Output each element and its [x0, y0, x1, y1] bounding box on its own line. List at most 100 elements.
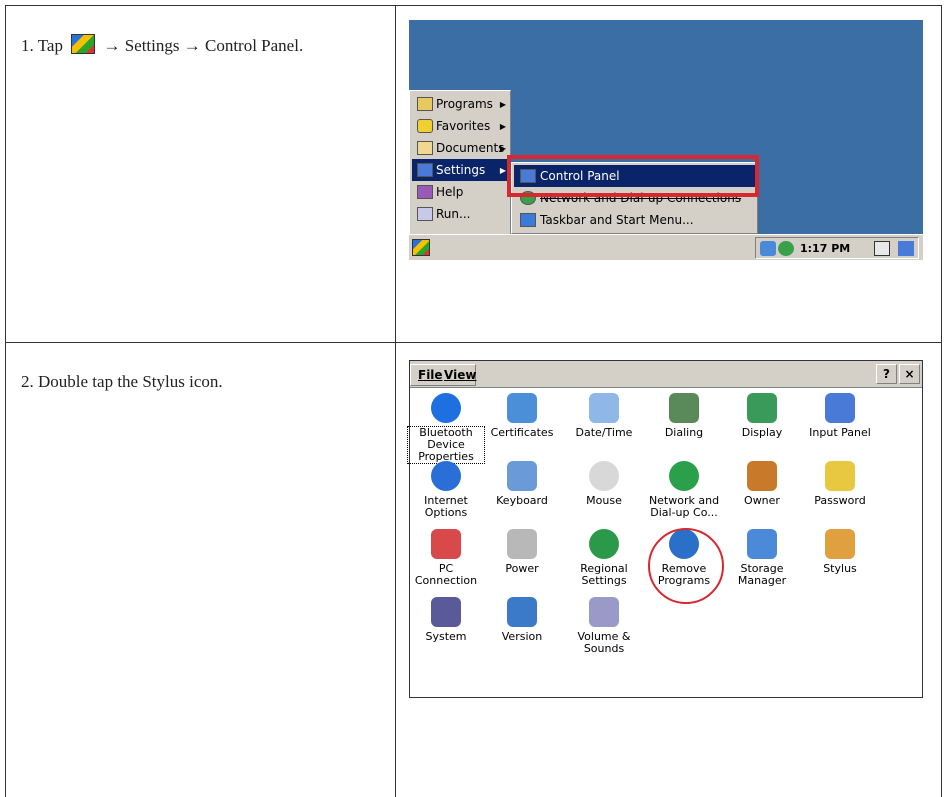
start-menu-item-favorites[interactable]: Favorites ▶ [412, 115, 510, 137]
label-line: Manager [737, 574, 787, 587]
control-panel-item-clock[interactable]: Date/Time [566, 393, 642, 439]
label-line: Password [814, 494, 866, 507]
phone-icon [669, 393, 699, 423]
pen-tray-icon[interactable] [874, 241, 890, 256]
control-panel-item-internet[interactable]: Internet Options [408, 461, 484, 519]
start-menu-item-documents[interactable]: Documents ▶ [412, 137, 510, 159]
version-icon [507, 597, 537, 627]
internet-icon [431, 461, 461, 491]
power-plug-icon [507, 529, 537, 559]
start-menu-item-label: Documents [436, 141, 505, 155]
control-panel-item-label: Volume & Sounds [566, 631, 642, 655]
step-1-suffix: → Settings → Control Panel. [103, 36, 304, 55]
submenu-arrow-icon: ▶ [499, 165, 506, 175]
control-panel-item-volume[interactable]: Volume & Sounds [566, 597, 642, 655]
start-menu-item-label: Favorites [436, 119, 491, 133]
start-flag-icon [71, 34, 96, 54]
connection-tray-icon[interactable] [778, 241, 794, 256]
control-panel-item-password-key[interactable]: Password [802, 461, 878, 507]
owner-icon [747, 461, 777, 491]
clock-icon [589, 393, 619, 423]
volume-icon [589, 597, 619, 627]
menu-file[interactable]: File [418, 368, 443, 382]
label-line: Owner [744, 494, 780, 507]
label-line: Sounds [583, 642, 625, 655]
control-panel-item-label: Input Panel [802, 427, 878, 439]
submenu-item-taskbar[interactable]: Taskbar and Start Menu... [514, 209, 756, 231]
control-panel-item-certificates[interactable]: Certificates [484, 393, 560, 439]
label-line: Display [741, 426, 783, 439]
start-menu-item-label: Settings [436, 163, 486, 177]
start-menu-item-label: Programs [436, 97, 493, 111]
control-panel-item-stylus[interactable]: Stylus [802, 529, 878, 575]
documents-icon [417, 141, 433, 155]
bluetooth-icon [431, 393, 461, 423]
close-button[interactable]: × [899, 364, 920, 384]
control-panel-item-network-globe[interactable]: Network and Dial-up Co... [646, 461, 722, 519]
control-panel-item-mouse[interactable]: Mouse [566, 461, 642, 507]
submenu-item-label: Taskbar and Start Menu... [540, 213, 694, 227]
control-panel-item-label: Regional Settings [566, 563, 642, 587]
network-globe-icon [669, 461, 699, 491]
start-menu-item-settings[interactable]: Settings ▶ [412, 159, 510, 181]
control-panel-item-label: Certificates [484, 427, 560, 439]
run-icon [417, 207, 433, 221]
system-tray: 1:17 PM [755, 237, 919, 259]
control-panel-screenshot: File View ? × Bluetooth Device Properties C… [407, 360, 923, 698]
display-icon [747, 393, 777, 423]
start-menu-item-run[interactable]: Run... [412, 203, 510, 225]
start-menu-item-label: Help [436, 185, 464, 199]
label-line: Dial-up Co... [650, 506, 718, 519]
control-panel-item-label: Owner [724, 495, 800, 507]
mouse-icon [589, 461, 619, 491]
control-panel-item-version[interactable]: Version [484, 597, 560, 643]
control-panel-item-keyboard[interactable]: Keyboard [484, 461, 560, 507]
certificates-icon [507, 393, 537, 423]
help-button[interactable]: ? [876, 364, 897, 384]
control-panel-item-owner[interactable]: Owner [724, 461, 800, 507]
table-row-divider [5, 342, 942, 343]
start-button-icon[interactable] [412, 239, 430, 256]
label-line: Settings [581, 574, 627, 587]
control-panel-item-label: System [408, 631, 484, 643]
pc-connection-icon [431, 529, 461, 559]
start-menu-screenshot: Programs ▶ Favorites ▶ Documents ▶ Setti… [409, 20, 923, 260]
remove-programs-annotation [648, 528, 724, 604]
control-panel-item-storage[interactable]: Storage Manager [724, 529, 800, 587]
label-line: Dialing [664, 426, 704, 439]
label-line: Input Panel [809, 426, 871, 439]
control-panel-item-label: Bluetooth Device Properties [407, 426, 485, 464]
clock[interactable]: 1:17 PM [800, 242, 850, 255]
step-1-text: 1. Tap → Settings → Control Panel. [21, 34, 303, 56]
desktop-tray-icon[interactable] [898, 241, 914, 256]
keyboard-icon [507, 461, 537, 491]
control-panel-menubar: File View ? × [410, 361, 922, 388]
control-panel-item-display[interactable]: Display [724, 393, 800, 439]
step-2-body: Double tap the Stylus icon. [38, 372, 223, 391]
start-menu-item-help[interactable]: Help [412, 181, 510, 203]
step-2-text: 2. Double tap the Stylus icon. [21, 372, 223, 392]
label-line: Version [501, 630, 543, 643]
programs-icon [417, 97, 433, 111]
control-panel-item-label: Power [484, 563, 560, 575]
control-panel-item-power-plug[interactable]: Power [484, 529, 560, 575]
control-panel-item-label: PC Connection [408, 563, 484, 587]
step-2-number: 2. [21, 372, 34, 391]
submenu-arrow-icon: ▶ [499, 121, 506, 131]
control-panel-item-label: Display [724, 427, 800, 439]
network-tray-icon[interactable] [760, 241, 776, 256]
stylus-icon [825, 529, 855, 559]
menu-view[interactable]: View [444, 368, 476, 382]
control-panel-item-label: Network and Dial-up Co... [646, 495, 722, 519]
control-panel-item-regional-globe[interactable]: Regional Settings [566, 529, 642, 587]
control-panel-item-pc-connection[interactable]: PC Connection [408, 529, 484, 587]
control-panel-item-input-panel[interactable]: Input Panel [802, 393, 878, 439]
control-panel-item-label: Mouse [566, 495, 642, 507]
submenu-arrow-icon: ▶ [499, 99, 506, 109]
control-panel-item-phone[interactable]: Dialing [646, 393, 722, 439]
start-menu-item-label: Run... [436, 207, 471, 221]
start-menu-item-programs[interactable]: Programs ▶ [412, 93, 510, 115]
control-panel-item-system[interactable]: System [408, 597, 484, 643]
control-panel-item-label: Storage Manager [724, 563, 800, 587]
control-panel-item-bluetooth[interactable]: Bluetooth Device Properties [407, 393, 485, 464]
